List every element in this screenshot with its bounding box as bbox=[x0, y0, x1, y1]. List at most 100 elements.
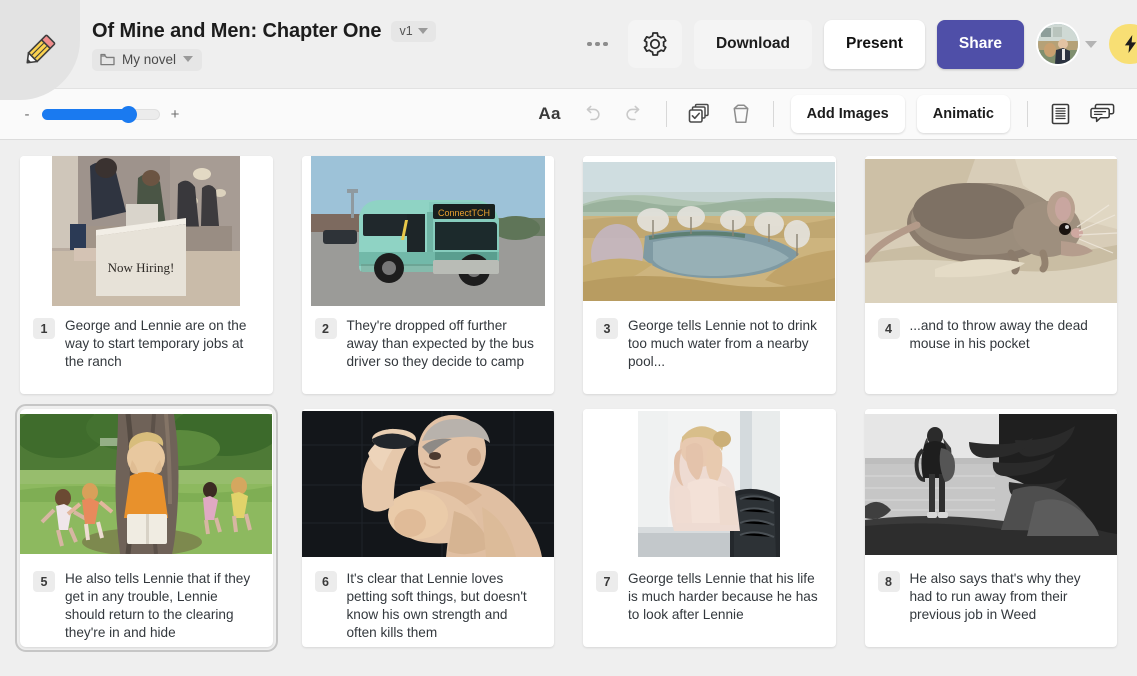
storyboard-card[interactable]: Now Hiring! 1 George and Lennie are on t… bbox=[20, 156, 273, 394]
storyboard-card[interactable]: 6 It's clear that Lennie loves petting s… bbox=[302, 409, 555, 647]
card-caption[interactable]: 6 It's clear that Lennie loves petting s… bbox=[302, 559, 555, 647]
gear-icon bbox=[641, 30, 669, 58]
more-horizontal-icon bbox=[603, 42, 608, 47]
storyboard-card[interactable]: ConnectTCH 2 They're dropped off further… bbox=[302, 156, 555, 394]
card-caption-text: He also says that's why they had to run … bbox=[910, 570, 1105, 624]
avatar[interactable] bbox=[1038, 24, 1078, 64]
settings-button[interactable] bbox=[628, 20, 682, 68]
chevron-down-icon bbox=[183, 56, 193, 62]
card-caption-text: It's clear that Lennie loves petting sof… bbox=[347, 570, 542, 642]
download-button[interactable]: Download bbox=[694, 20, 812, 69]
card-thumbnail[interactable]: ConnectTCH bbox=[302, 156, 555, 306]
redo-icon bbox=[623, 103, 645, 125]
app-header: Of Mine and Men: Chapter One v1 My novel bbox=[0, 0, 1137, 88]
card-caption[interactable]: 1 George and Lennie are on the way to st… bbox=[20, 306, 273, 381]
storyboard-card[interactable]: 7 George tells Lennie that his life is m… bbox=[583, 409, 836, 647]
card-caption[interactable]: 8 He also says that's why they had to ru… bbox=[865, 559, 1118, 634]
mouse-on-rock-photo bbox=[865, 159, 1117, 303]
storyboard-card[interactable]: 5 He also tells Lennie that if they get … bbox=[20, 409, 273, 647]
storyboard-card[interactable]: 3 George tells Lennie not to drink too m… bbox=[583, 156, 836, 394]
version-label: v1 bbox=[399, 24, 412, 38]
storyboard-grid: Now Hiring! 1 George and Lennie are on t… bbox=[0, 140, 1137, 647]
zoom-slider-thumb[interactable] bbox=[120, 106, 137, 123]
upgrade-button[interactable] bbox=[1109, 24, 1137, 64]
zoom-slider-fill bbox=[42, 109, 127, 120]
toolbar-divider bbox=[1027, 101, 1028, 127]
folder-breadcrumb[interactable]: My novel bbox=[92, 49, 202, 71]
script-view-button[interactable] bbox=[1041, 94, 1079, 134]
account-area bbox=[1038, 24, 1097, 64]
svg-text:Now Hiring!: Now Hiring! bbox=[108, 260, 175, 275]
stressed-woman-at-desk-photo bbox=[638, 411, 780, 557]
document-title-block: Of Mine and Men: Chapter One v1 My novel bbox=[92, 18, 436, 71]
delete-button[interactable] bbox=[722, 94, 760, 134]
share-button[interactable]: Share bbox=[937, 20, 1024, 69]
card-thumbnail[interactable] bbox=[20, 409, 273, 559]
page-title: Of Mine and Men: Chapter One bbox=[92, 20, 381, 43]
card-caption[interactable]: 2 They're dropped off further away than … bbox=[302, 306, 555, 381]
boy-hiding-behind-tree-photo bbox=[20, 414, 272, 554]
more-horizontal-icon bbox=[595, 42, 600, 47]
header-actions: Download Present Share bbox=[579, 20, 1137, 69]
undo-button[interactable] bbox=[573, 94, 611, 134]
toolbar-divider bbox=[773, 101, 774, 127]
folder-icon bbox=[100, 53, 115, 66]
folder-name: My novel bbox=[122, 52, 176, 67]
version-selector[interactable]: v1 bbox=[391, 21, 435, 42]
card-thumbnail[interactable]: Now Hiring! bbox=[20, 156, 273, 306]
duplicate-frames-icon bbox=[686, 101, 712, 127]
avatar-photo bbox=[1038, 24, 1078, 64]
undo-icon bbox=[581, 103, 603, 125]
zoom-out-button[interactable]: - bbox=[22, 106, 32, 123]
more-options-button[interactable] bbox=[579, 32, 616, 57]
card-caption[interactable]: 4 ...and to throw away the dead mouse in… bbox=[865, 306, 1118, 363]
card-number: 5 bbox=[33, 571, 55, 592]
script-view-icon bbox=[1048, 101, 1073, 127]
card-caption[interactable]: 5 He also tells Lennie that if they get … bbox=[20, 559, 273, 647]
teal-transit-bus-photo: ConnectTCH bbox=[311, 156, 545, 306]
muscular-man-flexing-photo bbox=[302, 411, 554, 557]
now-hiring-sign-photo: Now Hiring! bbox=[52, 156, 240, 306]
comments-icon bbox=[1088, 101, 1116, 127]
card-thumbnail[interactable] bbox=[865, 156, 1118, 306]
toolbar-tools: Aa bbox=[531, 94, 1121, 134]
redo-button[interactable] bbox=[615, 94, 653, 134]
chevron-down-icon bbox=[418, 28, 428, 34]
card-number: 7 bbox=[596, 571, 618, 592]
text-style-button[interactable]: Aa bbox=[531, 94, 569, 134]
zoom-slider[interactable] bbox=[42, 108, 160, 120]
pond-with-dry-grass-photo bbox=[583, 162, 835, 301]
card-thumbnail[interactable] bbox=[583, 409, 836, 559]
card-caption-text: George tells Lennie not to drink too muc… bbox=[628, 317, 823, 371]
lightning-bolt-icon bbox=[1122, 34, 1137, 54]
more-horizontal-icon bbox=[587, 42, 592, 47]
add-images-button[interactable]: Add Images bbox=[791, 95, 905, 133]
card-caption[interactable]: 7 George tells Lennie that his life is m… bbox=[583, 559, 836, 634]
present-button[interactable]: Present bbox=[824, 20, 925, 69]
account-chevron-down-icon[interactable] bbox=[1085, 41, 1097, 48]
title-row: Of Mine and Men: Chapter One v1 bbox=[92, 20, 436, 43]
zoom-control: - + bbox=[22, 106, 180, 123]
card-number: 3 bbox=[596, 318, 618, 339]
card-caption[interactable]: 3 George tells Lennie not to drink too m… bbox=[583, 306, 836, 381]
pencil-icon bbox=[18, 30, 60, 72]
card-thumbnail[interactable] bbox=[583, 156, 836, 306]
card-thumbnail[interactable] bbox=[865, 409, 1118, 559]
card-caption-text: ...and to throw away the dead mouse in h… bbox=[910, 317, 1105, 353]
comments-button[interactable] bbox=[1083, 94, 1121, 134]
app-logo[interactable] bbox=[0, 0, 80, 100]
card-number: 2 bbox=[315, 318, 337, 339]
zoom-in-button[interactable]: + bbox=[170, 106, 180, 123]
duplicate-frames-button[interactable] bbox=[680, 94, 718, 134]
storyboard-card[interactable]: 8 He also says that's why they had to ru… bbox=[865, 409, 1118, 647]
card-number: 8 bbox=[878, 571, 900, 592]
storyboard-card[interactable]: 4 ...and to throw away the dead mouse in… bbox=[865, 156, 1118, 394]
svg-text:ConnectTCH: ConnectTCH bbox=[438, 208, 490, 218]
card-caption-text: They're dropped off further away than ex… bbox=[347, 317, 542, 371]
card-caption-text: He also tells Lennie that if they get in… bbox=[65, 570, 260, 642]
card-number: 1 bbox=[33, 318, 55, 339]
animatic-button[interactable]: Animatic bbox=[917, 95, 1010, 133]
card-caption-text: George tells Lennie that his life is muc… bbox=[628, 570, 823, 624]
card-caption-text: George and Lennie are on the way to star… bbox=[65, 317, 260, 371]
card-thumbnail[interactable] bbox=[302, 409, 555, 559]
